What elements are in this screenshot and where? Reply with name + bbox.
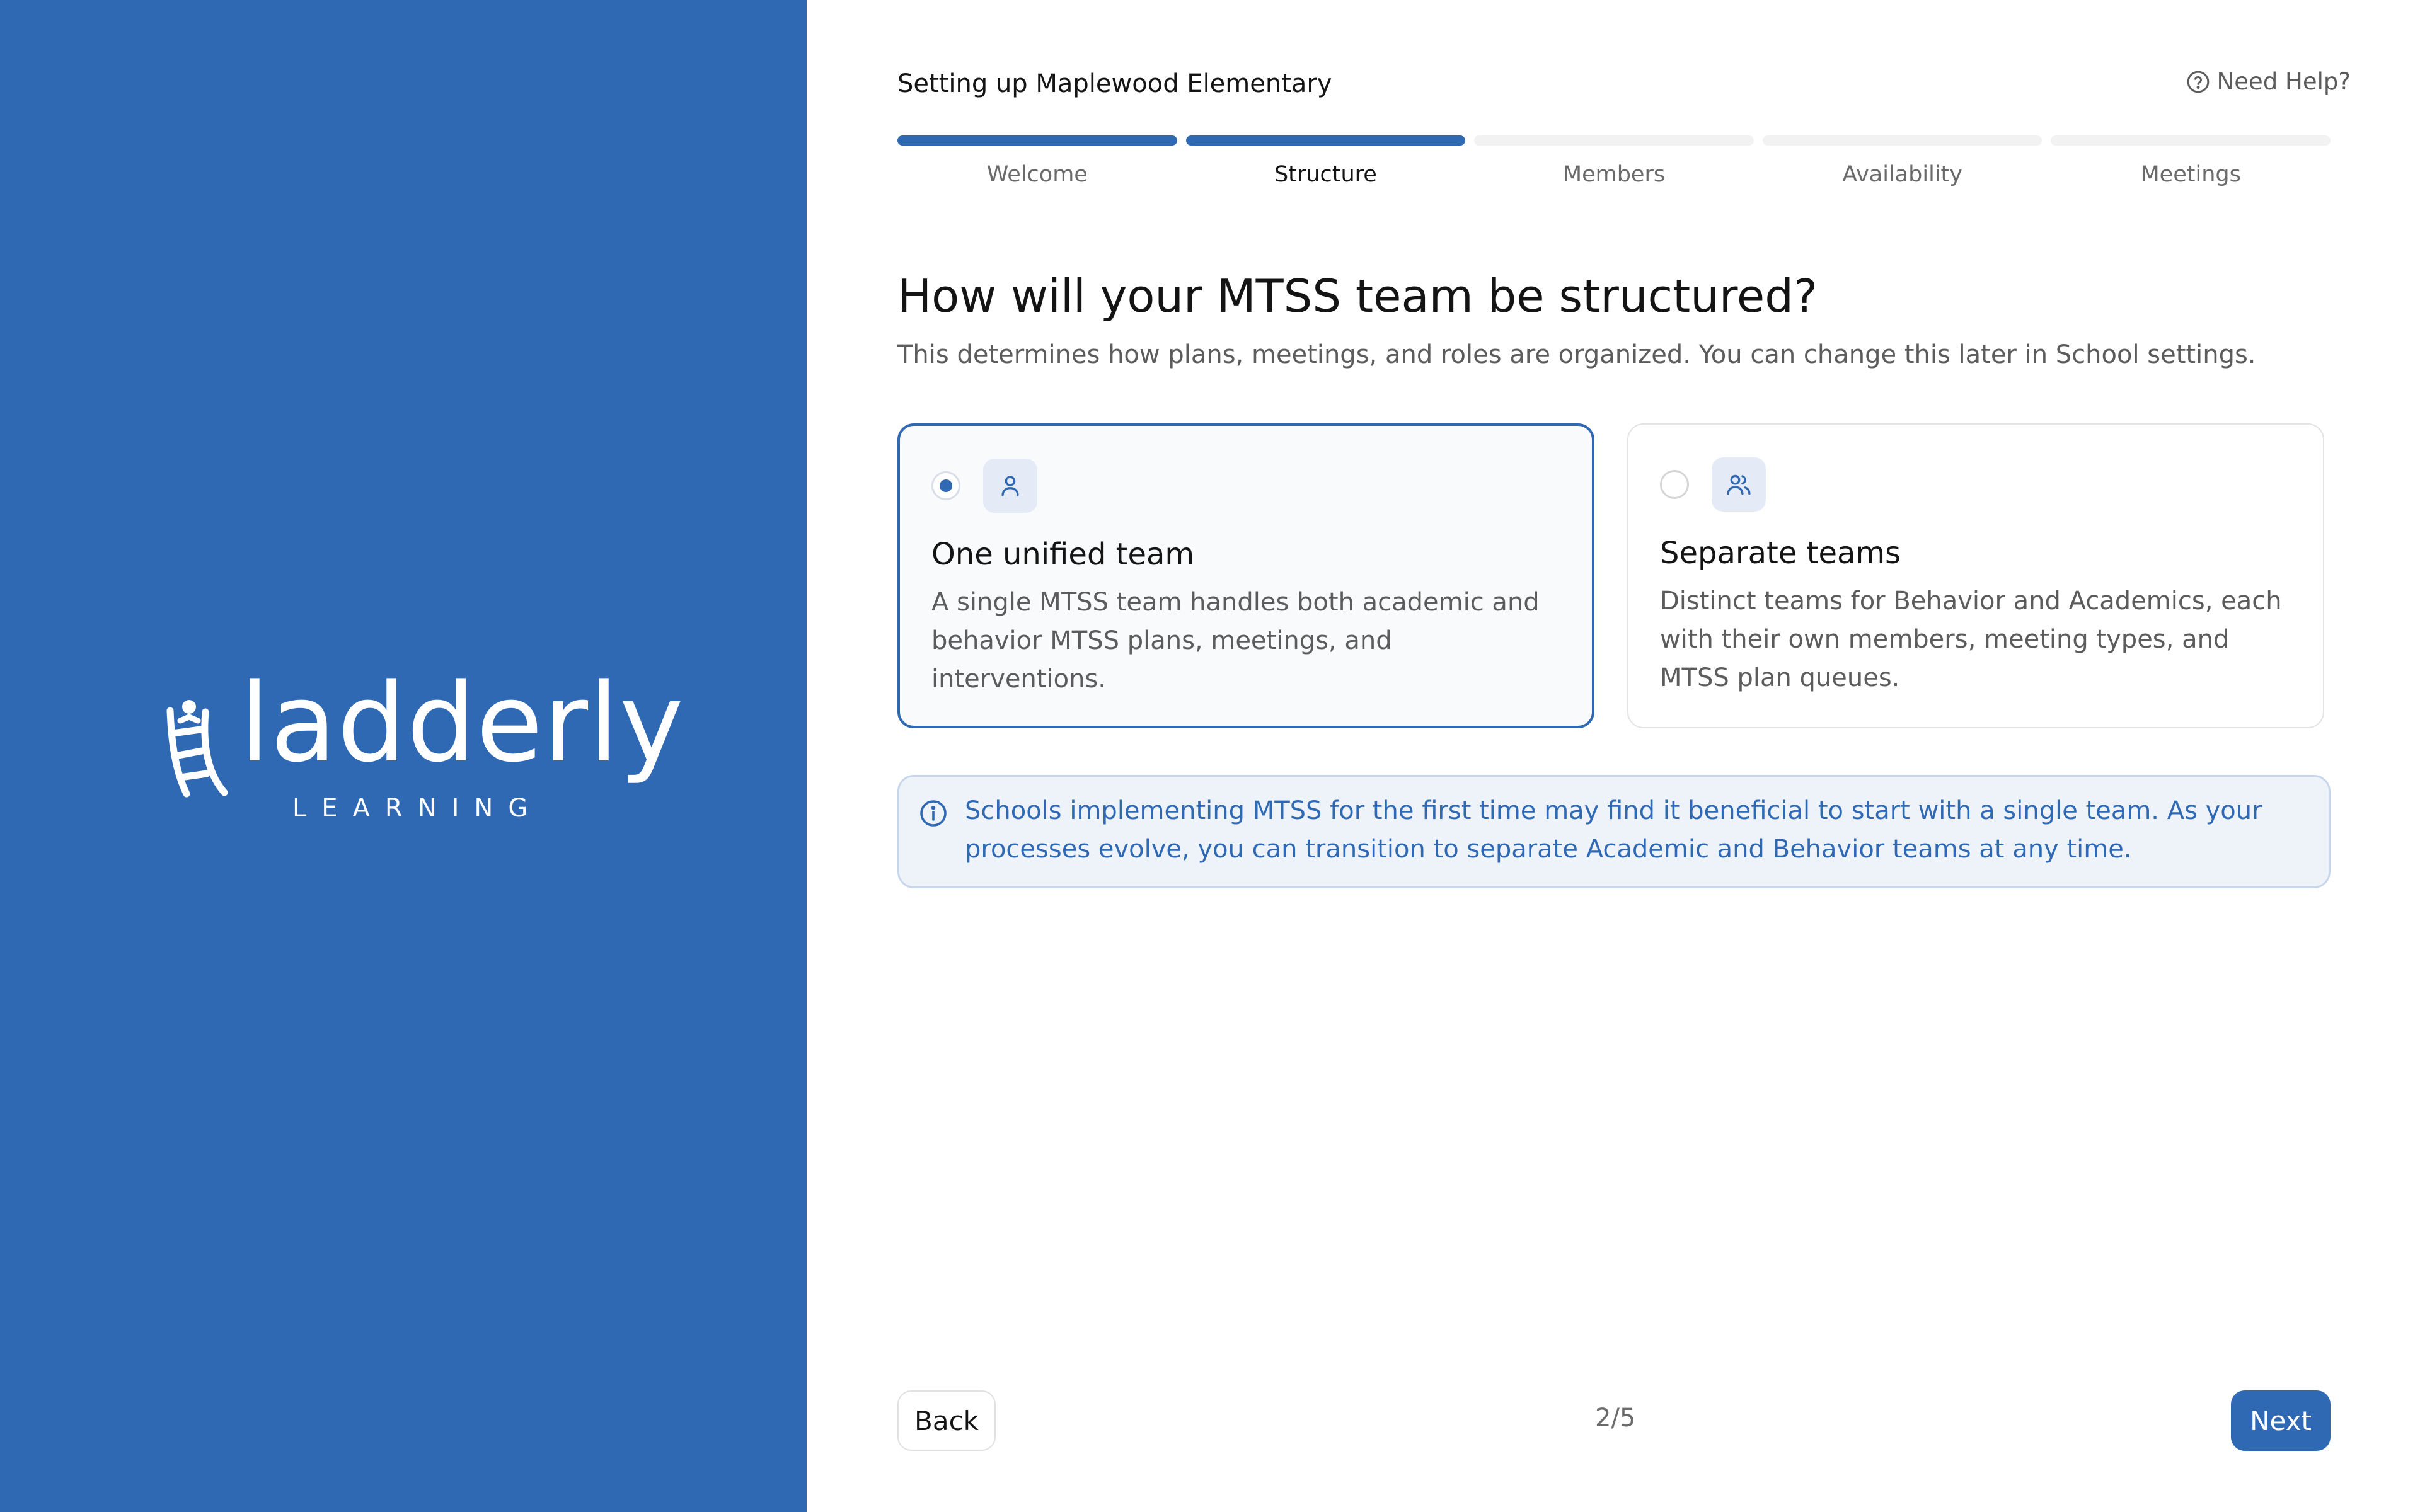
question-subtitle: This determines how plans, meetings, and…: [897, 340, 2256, 369]
unified-team-radio[interactable]: [931, 471, 960, 500]
step-label: Availability: [1842, 162, 1962, 187]
progress-stepper: Welcome Structure Members Availability M…: [897, 135, 2331, 187]
step-members[interactable]: Members: [1474, 135, 1754, 187]
question-circle-icon: [2187, 71, 2209, 93]
step-label: Members: [1562, 162, 1666, 187]
option-card-separate-teams[interactable]: Separate teams Distinct teams for Behavi…: [1627, 423, 2324, 728]
step-progress-bar: [1185, 135, 1466, 146]
step-availability[interactable]: Availability: [1762, 135, 2043, 187]
brand-panel: ladderly LEARNING: [0, 0, 807, 1512]
need-help-link[interactable]: Need Help?: [2186, 68, 2351, 95]
step-progress-bar: [1474, 135, 1754, 146]
brand-name: ladderly: [239, 660, 684, 786]
need-help-label: Need Help?: [2216, 68, 2351, 95]
user-icon: [983, 459, 1037, 513]
users-icon: [1712, 457, 1766, 512]
info-text: Schools implementing MTSS for the first …: [965, 796, 2262, 864]
option-description: A single MTSS team handles both academic…: [931, 588, 1540, 694]
separate-teams-radio[interactable]: [1660, 470, 1689, 499]
brand-tagline: LEARNING: [292, 794, 543, 823]
next-button[interactable]: Next: [2231, 1390, 2331, 1451]
step-progress-bar: [1762, 135, 2043, 146]
page-indicator: 2/5: [1595, 1404, 1636, 1433]
option-title: Separate teams: [1660, 536, 1901, 571]
question-heading: How will your MTSS team be structured?: [897, 270, 1818, 323]
info-icon: [920, 800, 947, 827]
step-meetings[interactable]: Meetings: [2051, 135, 2331, 187]
step-progress-bar: [2051, 135, 2331, 146]
step-structure[interactable]: Structure: [1185, 135, 1466, 187]
step-progress-bar: [897, 135, 1177, 146]
ladderly-logo: ladderly LEARNING: [161, 669, 684, 832]
option-card-unified-team[interactable]: One unified team A single MTSS team hand…: [897, 423, 1594, 728]
info-callout: Schools implementing MTSS for the first …: [897, 775, 2331, 888]
ladder-logo-icon: [166, 700, 228, 798]
step-welcome[interactable]: Welcome: [897, 135, 1177, 187]
page-title: Setting up Maplewood Elementary: [897, 69, 1332, 98]
option-title: One unified team: [931, 537, 1195, 572]
step-label: Meetings: [2140, 162, 2241, 187]
setup-wizard: Setting up Maplewood Elementary Need Hel…: [807, 0, 2420, 1512]
back-button[interactable]: Back: [897, 1390, 996, 1451]
step-label: Welcome: [986, 162, 1088, 187]
option-description: Distinct teams for Behavior and Academic…: [1660, 587, 2282, 692]
step-label: Structure: [1274, 162, 1377, 187]
